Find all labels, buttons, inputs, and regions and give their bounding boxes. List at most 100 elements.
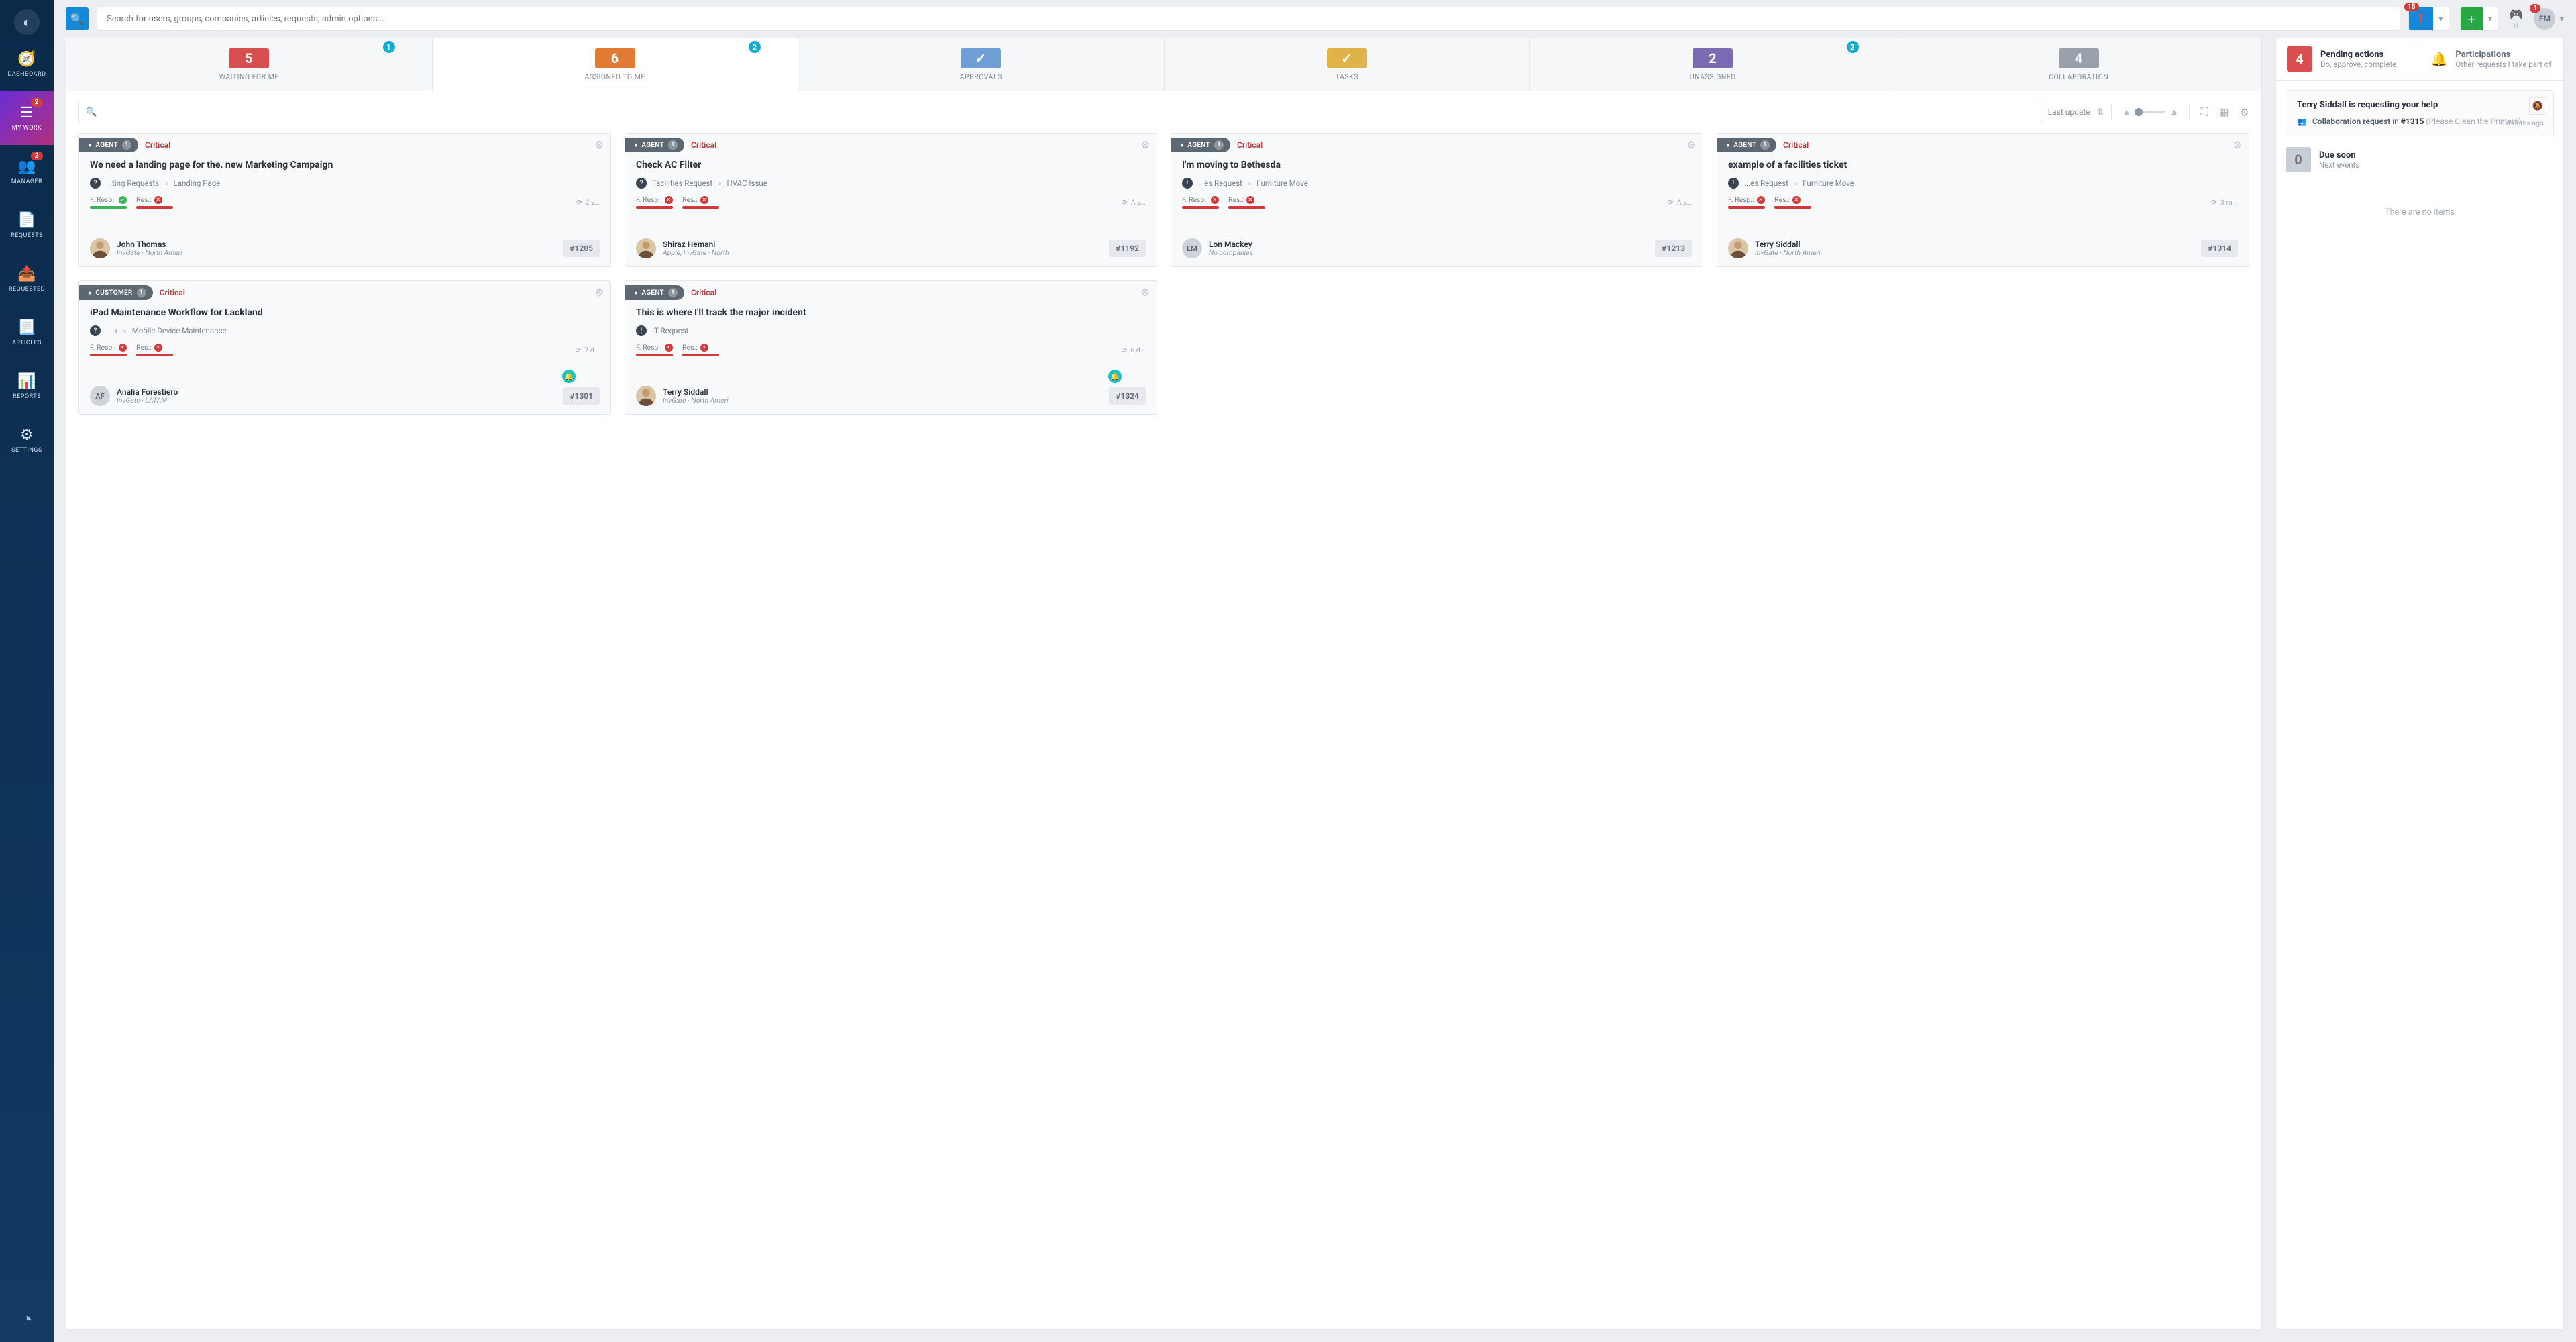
create-caret[interactable]: ▾ [2483, 14, 2498, 24]
sla-resolution: Res.: ✕ [682, 343, 719, 356]
search-button[interactable]: 🔍 [66, 7, 89, 30]
sla-age: ⟳2 y... [576, 198, 600, 207]
requester-org: InvGate · North Ameri [117, 249, 182, 258]
role-count: 1 [668, 140, 678, 150]
sidebar-item-my-work[interactable]: 2 ☰ MY WORK [0, 91, 54, 145]
create-pill[interactable]: ＋ ▾ [2460, 7, 2499, 31]
worklist-tabs: 1 5 WAITING FOR ME 2 6 ASSIGNED TO ME ✓ … [66, 38, 2261, 91]
x-icon: ✕ [1757, 196, 1765, 204]
ticket-path: ?... »»Mobile Device Maintenance [90, 325, 600, 336]
requester-org: No companies [1209, 249, 1253, 258]
rp-tab-pending[interactable]: 4 Pending actions Do, approve, complete [2276, 38, 2420, 80]
sidebar-item-articles[interactable]: 📃 ARTICLES [0, 306, 54, 360]
ticket-card[interactable]: ▾ AGENT 1Critical⚙I'm moving to Bethesda… [1171, 133, 1703, 267]
collab-header: Terry Siddall is requesting your help [2297, 100, 2542, 110]
requester-avatar [1728, 238, 1748, 258]
settings-button[interactable]: ⚙ [2240, 106, 2249, 119]
small-triangle-icon: ▲ [2123, 107, 2131, 117]
card-size-slider[interactable]: ▲ ▲ [2123, 107, 2179, 117]
sidebar-item-requested[interactable]: 📤 REQUESTED [0, 252, 54, 306]
sidebar-item-label: REQUESTED [9, 286, 45, 293]
cards-grid: ▾ AGENT 1Critical⚙We need a landing page… [66, 133, 2261, 1329]
tab-assigned-to-me[interactable]: 2 6 ASSIGNED TO ME [433, 38, 799, 91]
role-badge: ▾ AGENT 1 [625, 285, 684, 300]
ticket-title: This is where I'll track the major incid… [636, 307, 1146, 319]
sla-age: ⟳A y... [1122, 198, 1146, 207]
card-footer: Shiraz HemaniApple, InvGate · North#1192 [636, 238, 1146, 258]
sla-age: ⟳A y... [1668, 198, 1692, 207]
requester-name: Terry Siddall [1755, 240, 1821, 249]
ticket-card[interactable]: ▾ CUSTOMER 1Critical⚙iPad Maintenance Wo… [78, 280, 611, 415]
breadcrumb-sep: » [1248, 178, 1251, 188]
path-a: Facilities Request [652, 178, 712, 188]
ticket-card[interactable]: ▾ AGENT 1 Critical ⚙ This is where I'll tra… [625, 280, 1157, 415]
path-a: ...ting Requests [106, 178, 159, 188]
refresh-icon: ⟳ [1668, 198, 1674, 207]
dismiss-button[interactable]: 🔕 [2529, 97, 2546, 115]
chevron-down-icon: ▾ [2438, 14, 2443, 24]
requester-avatar: LM [1182, 238, 1202, 258]
filter-search-input[interactable]: 🔍 [78, 101, 2041, 123]
sla-row: F. Resp.: ✕Res.: ✕⟳A y... [1182, 195, 1692, 209]
tab-collaboration[interactable]: 4 COLLABORATION [1896, 38, 2262, 91]
requester-org: InvGate · LATAM [117, 397, 178, 405]
notifications-button[interactable]: 15 ❗ [2409, 7, 2433, 30]
tab-waiting-for-me[interactable]: 1 5 WAITING FOR ME [66, 38, 433, 91]
ticket-title: I'm moving to Bethesda [1182, 159, 1692, 171]
sort-direction-button[interactable]: ⇅ [2097, 107, 2104, 117]
user-menu[interactable]: 1 FM ▾ [2534, 8, 2564, 30]
gauge-icon: 🧭 [17, 51, 36, 68]
check-icon: ✓ [119, 196, 127, 204]
tab-label: COLLABORATION [2049, 72, 2108, 81]
right-panel: 4 Pending actions Do, approve, complete … [2275, 38, 2564, 1330]
sidebar-badge: 2 [31, 152, 43, 160]
tab-unassigned[interactable]: 2 2 UNASSIGNED [1530, 38, 1896, 91]
priority-label: Critical [691, 288, 716, 297]
sla-row: F. Resp.: ✕Res.: ✕⟳7 d... [90, 343, 600, 356]
path-b: HVAC Issue [727, 178, 767, 188]
sidebar-item-label: DASHBOARD [8, 71, 46, 78]
ticket-card[interactable]: ▾ AGENT 1Critical⚙We need a landing page… [78, 133, 611, 267]
ticket-card[interactable]: ▾ AGENT 1Critical⚙example of a facilitie… [1717, 133, 2249, 267]
create-button[interactable]: ＋ [2461, 7, 2483, 30]
gamification-button[interactable]: 🎮 0 [2509, 8, 2523, 30]
collab-request-item[interactable]: 🔕 Terry Siddall is requesting your help … [2286, 90, 2554, 136]
sla-first-response: F. Resp.: ✕ [636, 343, 673, 356]
sidebar-item-dashboard[interactable]: 🧭 DASHBOARD [0, 38, 54, 91]
sidebar-item-settings[interactable]: ⚙ SETTINGS [0, 413, 54, 467]
sidebar-item-manager[interactable]: 2 👥 MANAGER [0, 145, 54, 199]
card-settings-button[interactable]: ⚙ [595, 139, 604, 151]
empty-state: There are no items [2286, 183, 2554, 242]
tab-label: ASSIGNED TO ME [585, 72, 645, 81]
tab-approvals[interactable]: ✓ APPROVALS [798, 38, 1165, 91]
rp-tab-participations[interactable]: 🔔 Participations Other requests I take p… [2420, 38, 2564, 80]
notifications-caret[interactable]: ▾ [2433, 14, 2449, 24]
card-settings-button[interactable]: ⚙ [1141, 139, 1150, 151]
sidebar-badge: 2 [31, 98, 43, 107]
list-view-button[interactable]: ▦ [2219, 106, 2229, 119]
sidebar-item-requests[interactable]: 📄 REQUESTS [0, 199, 54, 252]
search-icon: 🔍 [70, 13, 84, 25]
global-search-input[interactable] [97, 7, 2400, 31]
requester-name: Lon Mackey [1209, 240, 1253, 249]
priority-label: Critical [691, 140, 716, 150]
tab-badge: 2 [749, 41, 761, 53]
tab-tasks[interactable]: ✓ TASKS [1165, 38, 1531, 91]
card-settings-button[interactable]: ⚙ [595, 287, 604, 299]
pending-count: 4 [2287, 46, 2312, 72]
card-settings-button[interactable]: ⚙ [2233, 139, 2242, 151]
notifications-pill[interactable]: 15 ❗ ▾ [2408, 7, 2449, 31]
ticket-id: #1192 [1109, 240, 1146, 257]
card-settings-button[interactable]: ⚙ [1687, 139, 1696, 151]
tab-count: 4 [2059, 48, 2099, 68]
users-icon: 👥 [2297, 117, 2307, 126]
plus-icon: ＋ [2467, 13, 2476, 25]
slider-track[interactable] [2135, 111, 2165, 113]
card-settings-button[interactable]: ⚙ [1141, 287, 1150, 299]
fullscreen-button[interactable]: ⛶ [2200, 105, 2208, 119]
sidebar-item-reports[interactable]: 📊 REPORTS [0, 360, 54, 413]
breadcrumb-sep: » [718, 178, 721, 188]
chevron-down-icon: ▾ [635, 142, 637, 148]
ticket-card[interactable]: ▾ AGENT 1Critical⚙Check AC Filter?Facili… [625, 133, 1157, 267]
type-icon: ! [1182, 178, 1193, 189]
